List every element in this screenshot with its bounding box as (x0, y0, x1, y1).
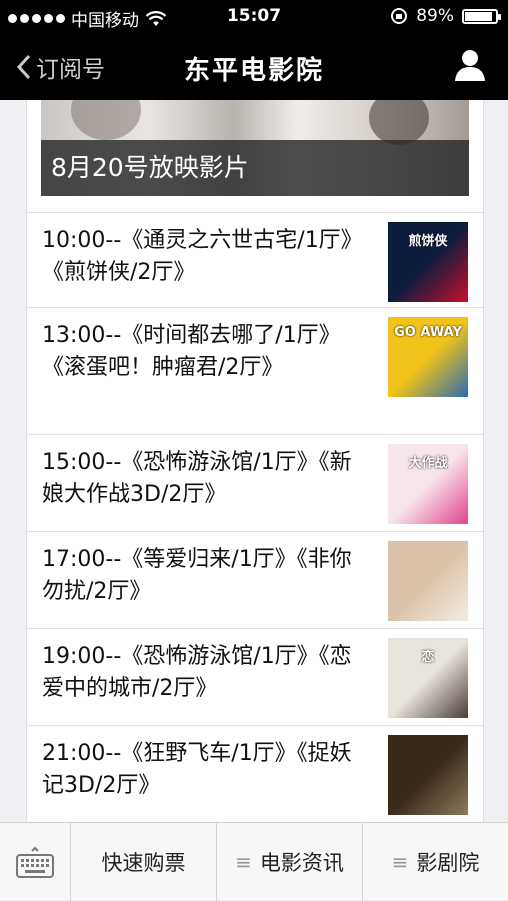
movie-poster-thumbnail (388, 541, 468, 621)
banner-image[interactable]: 8月20号放映影片 (41, 100, 469, 196)
tab-theater[interactable]: ≡ 影剧院 (362, 823, 508, 901)
showtime-text: 15:00--《恐怖游泳馆/1厅》《新娘大作战3D/2厅》 (42, 450, 352, 507)
movie-poster-thumbnail (388, 735, 468, 815)
banner-caption: 8月20号放映影片 (41, 140, 469, 196)
movie-poster-thumbnail: GO AWAY (388, 317, 468, 397)
poster-title: 恋 (421, 650, 435, 665)
movie-poster-thumbnail: 煎饼侠 (388, 222, 468, 302)
profile-button[interactable] (454, 48, 486, 86)
schedule-row[interactable]: 10:00--《通灵之六世古宅/1厅》《煎饼侠/2厅》 煎饼侠 (27, 212, 483, 307)
orientation-lock-icon (391, 8, 408, 24)
tab-label: 影剧院 (416, 851, 480, 875)
showtime-text: 21:00--《狂野飞车/1厅》《捉妖记3D/2厅》 (42, 741, 352, 798)
bottom-menu: 快速购票 ≡ 电影资讯 ≡ 影剧院 (0, 822, 508, 901)
showtime-text: 19:00--《恐怖游泳馆/1厅》《恋爱中的城市/2厅》 (42, 644, 352, 701)
schedule-row[interactable]: 19:00--《恐怖游泳馆/1厅》《恋爱中的城市/2厅》 恋 (27, 628, 483, 725)
tab-movie-news[interactable]: ≡ 电影资讯 (216, 823, 362, 901)
battery-percent: 89% (416, 6, 454, 26)
showtime-text: 17:00--《等爱归来/1厅》《非你勿扰/2厅》 (42, 547, 352, 604)
article-card: 8月20号放映影片 10:00--《通灵之六世古宅/1厅》《煎饼侠/2厅》 煎饼侠… (26, 100, 484, 822)
schedule-row[interactable]: 13:00--《时间都去哪了/1厅》《滚蛋吧！肿瘤君/2厅》 GO AWAY (27, 307, 483, 434)
schedule-row[interactable]: 15:00--《恐怖游泳馆/1厅》《新娘大作战3D/2厅》 大作战 (27, 434, 483, 531)
tab-label: 电影资讯 (259, 851, 344, 875)
showtime-text: 10:00--《通灵之六世古宅/1厅》《煎饼侠/2厅》 (42, 228, 352, 285)
nav-bar: 订阅号 东平电影院 (0, 34, 508, 100)
schedule-row[interactable]: 21:00--《狂野飞车/1厅》《捉妖记3D/2厅》 (27, 725, 483, 822)
battery-icon (462, 8, 501, 24)
poster-title: 煎饼侠 (408, 234, 448, 249)
showtime-text: 13:00--《时间都去哪了/1厅》《滚蛋吧！肿瘤君/2厅》 (42, 323, 341, 380)
tab-quick-ticket[interactable]: 快速购票 (70, 823, 216, 901)
menu-icon: ≡ (391, 850, 409, 874)
menu-icon: ≡ (235, 850, 252, 874)
schedule-row[interactable]: 17:00--《等爱归来/1厅》《非你勿扰/2厅》 (27, 531, 483, 628)
poster-title: GO AWAY (394, 325, 462, 340)
keyboard-toggle-button[interactable] (0, 823, 70, 901)
page-title: 东平电影院 (183, 56, 324, 86)
status-bar: 中国移动 15:07 89% (0, 0, 508, 34)
movie-poster-thumbnail: 大作战 (388, 444, 468, 524)
keyboard-icon (16, 846, 54, 878)
tab-label: 快速购票 (101, 851, 186, 875)
movie-poster-thumbnail: 恋 (388, 638, 468, 718)
poster-title: 大作战 (408, 456, 448, 471)
user-icon (455, 50, 485, 81)
